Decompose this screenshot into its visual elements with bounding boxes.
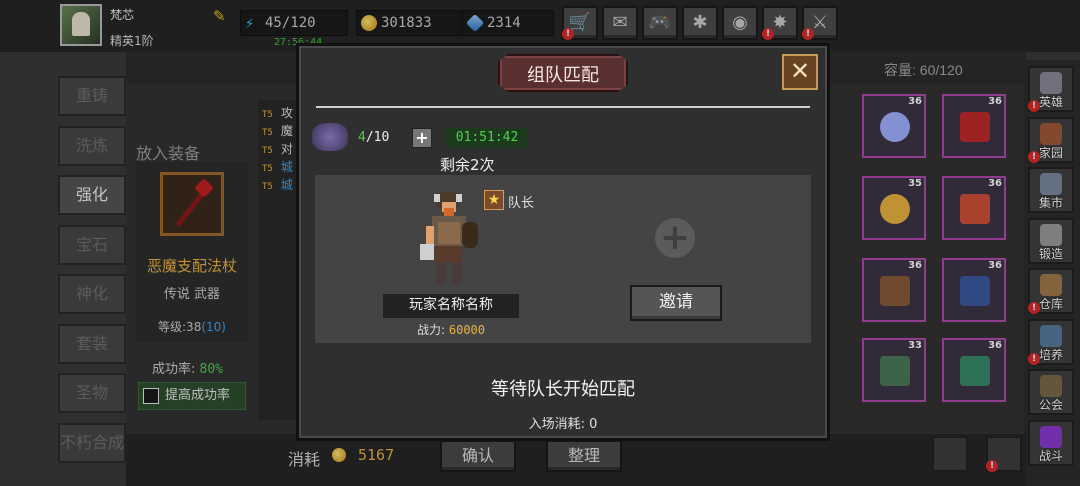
team-player-name: 玩家名称名称	[383, 294, 519, 318]
match-timer: 01:51:42	[446, 128, 528, 148]
remaining-attempts: 剩余2次	[440, 156, 495, 174]
captain-star-icon: ★	[484, 190, 504, 210]
empty-slot-plus-icon[interactable]: +	[655, 218, 695, 258]
add-ticket-button[interactable]: +	[412, 128, 432, 148]
captain-label: 队长	[508, 196, 535, 211]
close-button[interactable]: ✕	[782, 54, 818, 90]
ticket-count: 4/10	[358, 130, 389, 145]
ticket-icon	[312, 123, 348, 151]
entry-cost: 入场消耗: 0	[528, 417, 598, 432]
title-divider	[316, 106, 810, 108]
close-icon: ✕	[789, 57, 811, 85]
player-power: 战力: 60000	[383, 321, 519, 338]
power-value: 60000	[448, 323, 485, 337]
waiting-status: 等待队长开始匹配	[491, 379, 635, 400]
ticket-current: 4	[358, 130, 366, 145]
dialog-title: 组队匹配	[527, 65, 599, 86]
power-label: 战力:	[417, 323, 446, 337]
invite-button[interactable]: 邀请	[630, 285, 722, 321]
ticket-total: /10	[365, 130, 390, 145]
hero-sprite	[420, 192, 478, 284]
